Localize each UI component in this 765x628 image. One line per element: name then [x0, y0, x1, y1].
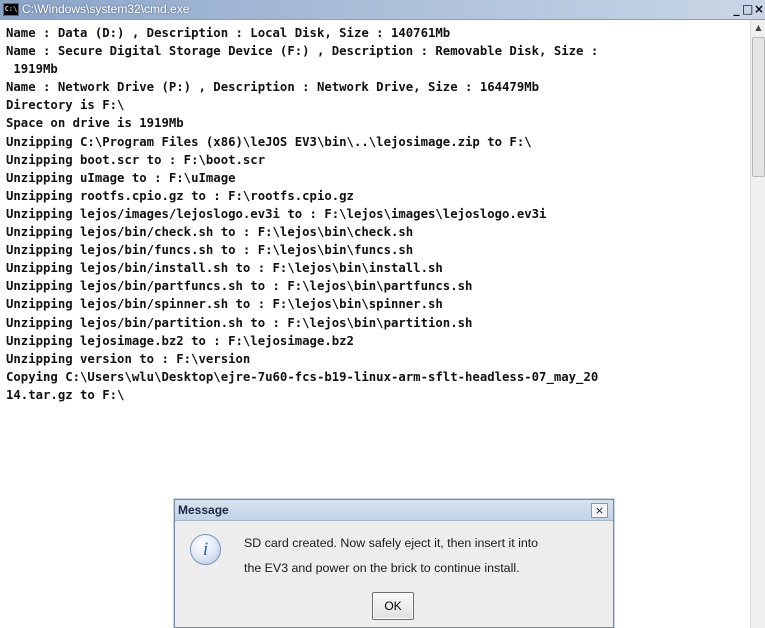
- minimize-button[interactable]: _: [731, 2, 742, 18]
- dialog-title: Message: [178, 503, 229, 517]
- console-line: Unzipping lejos/bin/install.sh to : F:\l…: [6, 261, 443, 276]
- scroll-thumb[interactable]: [752, 37, 765, 177]
- maximize-button[interactable]: □: [742, 2, 753, 18]
- dialog-message: SD card created. Now safely eject it, th…: [244, 531, 604, 581]
- cmd-app-icon: C:\: [3, 3, 19, 16]
- vertical-scrollbar[interactable]: ▲: [750, 20, 765, 628]
- console-line: 14.tar.gz to F:\: [6, 387, 125, 402]
- dialog-close-button[interactable]: ×: [591, 503, 608, 518]
- console-line: Unzipping lejos/bin/partfuncs.sh to : F:…: [6, 279, 473, 294]
- close-button[interactable]: ×: [753, 2, 765, 18]
- dialog-titlebar[interactable]: Message ×: [175, 500, 613, 521]
- window-title: C:\Windows\system32\cmd.exe: [22, 2, 190, 16]
- console-line: Unzipping lejos/bin/spinner.sh to : F:\l…: [6, 297, 443, 312]
- scroll-up-arrow-icon[interactable]: ▲: [751, 20, 765, 36]
- console-line: Unzipping lejos/bin/funcs.sh to : F:\lej…: [6, 243, 414, 258]
- console-line: 1919Mb: [6, 62, 58, 77]
- console-line: Unzipping lejos/images/lejoslogo.ev3i to…: [6, 206, 547, 221]
- console-line: Directory is F:\: [6, 98, 125, 113]
- ok-button[interactable]: OK: [372, 592, 414, 620]
- message-dialog: Message × i SD card created. Now safely …: [174, 499, 614, 628]
- console-line: Name : Data (D:) , Description : Local D…: [6, 26, 451, 40]
- console-line: Unzipping C:\Program Files (x86)\leJOS E…: [6, 134, 532, 149]
- dialog-message-line: SD card created. Now safely eject it, th…: [244, 536, 539, 550]
- console-line: Name : Network Drive (P:) , Description …: [6, 80, 540, 95]
- console-line: Unzipping version to : F:\version: [6, 351, 251, 366]
- info-icon: i: [190, 534, 221, 565]
- console-line: Unzipping lejos/bin/partition.sh to : F:…: [6, 315, 473, 330]
- console-line: Unzipping rootfs.cpio.gz to : F:\rootfs.…: [6, 188, 354, 203]
- console-line: Unzipping lejosimage.bz2 to : F:\lejosim…: [6, 333, 354, 348]
- console-line: Name : Secure Digital Storage Device (F:…: [6, 44, 599, 59]
- dialog-message-line: the EV3 and power on the brick to contin…: [244, 561, 520, 575]
- console-line: Copying C:\Users\wlu\Desktop\ejre-7u60-f…: [6, 369, 599, 384]
- console-line: Unzipping uImage to : F:\uImage: [6, 170, 236, 185]
- console-line: Space on drive is 1919Mb: [6, 116, 184, 131]
- console-line: Unzipping lejos/bin/check.sh to : F:\lej…: [6, 225, 414, 240]
- console-line: Unzipping boot.scr to : F:\boot.scr: [6, 152, 266, 167]
- console-titlebar[interactable]: C:\ C:\Windows\system32\cmd.exe _ □ ×: [0, 0, 765, 20]
